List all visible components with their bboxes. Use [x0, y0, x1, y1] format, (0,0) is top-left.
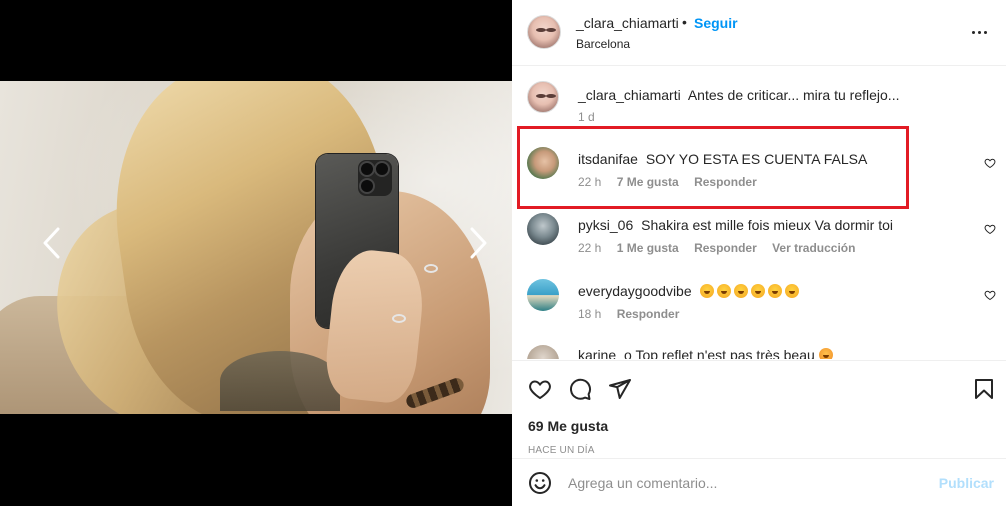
previous-photo-button[interactable]: [40, 226, 64, 262]
post-timestamp[interactable]: HACE UN DÍA: [528, 445, 595, 456]
comment-emojis: [699, 283, 802, 299]
comments-list[interactable]: _clara_chiamarti Antes de criticar... mi…: [512, 67, 1006, 359]
commenter-avatar[interactable]: [527, 279, 559, 311]
laughing-emoji-icon: [750, 284, 765, 298]
see-translation-button[interactable]: Ver traducción: [772, 241, 855, 255]
chevron-left-icon: [43, 227, 60, 259]
comment-likes[interactable]: 7 Me gusta: [617, 175, 679, 189]
laughing-emoji-icon: [716, 284, 731, 298]
share-icon[interactable]: [608, 377, 632, 401]
comment-icon[interactable]: [568, 377, 592, 401]
bookmark-icon[interactable]: [972, 377, 996, 401]
likes-count[interactable]: 69 Me gusta: [528, 418, 608, 434]
post-actions: 69 Me gusta HACE UN DÍA: [512, 360, 1006, 470]
reply-button[interactable]: Responder: [694, 241, 757, 255]
chevron-right-icon: [470, 227, 487, 259]
post-photo: [0, 81, 512, 414]
laughing-emoji-icon: [733, 284, 748, 298]
commenter-avatar[interactable]: [527, 213, 559, 245]
comment-username[interactable]: itsdanifae: [578, 151, 638, 167]
comment-text: o Top reflet n'est pas très beau: [624, 347, 815, 359]
location-label[interactable]: Barcelona: [576, 37, 630, 51]
comment-text: Shakira est mille fois mieux Va dormir t…: [641, 217, 893, 233]
caption-username[interactable]: _clara_chiamarti: [578, 87, 681, 103]
angry-emoji-icon: [818, 348, 833, 359]
comment-username[interactable]: karine: [578, 347, 616, 359]
owner-avatar[interactable]: [527, 15, 561, 49]
commenter-avatar[interactable]: [527, 345, 559, 359]
post-media-viewer: [0, 0, 512, 506]
comment-text: SOY YO ESTA ES CUENTA FALSA: [645, 151, 868, 167]
laughing-emoji-icon: [699, 284, 714, 298]
publish-button[interactable]: Publicar: [939, 475, 994, 491]
comment-time[interactable]: 18 h: [578, 307, 601, 321]
laughing-emoji-icon: [767, 284, 782, 298]
caption-text: Antes de criticar... mira tu reflejo...: [687, 87, 900, 103]
comment-like-heart-icon[interactable]: [984, 223, 996, 235]
more-options-button[interactable]: [970, 22, 990, 42]
follow-button[interactable]: Seguir: [694, 15, 738, 31]
like-heart-icon[interactable]: [528, 377, 552, 401]
separator-dot: •: [682, 14, 687, 30]
comment-time[interactable]: 22 h: [578, 175, 601, 189]
next-photo-button[interactable]: [466, 226, 490, 262]
caption-time[interactable]: 1 d: [578, 110, 595, 124]
reply-button[interactable]: Responder: [617, 307, 680, 321]
commenter-avatar[interactable]: [527, 147, 559, 179]
comment-likes[interactable]: 1 Me gusta: [617, 241, 679, 255]
comment-username[interactable]: pyksi_06: [578, 217, 633, 233]
comment-composer: Publicar: [512, 458, 1006, 506]
comment-input[interactable]: [568, 471, 928, 495]
comment-username[interactable]: everydaygoodvibe: [578, 283, 692, 299]
comment-like-heart-icon[interactable]: [984, 157, 996, 169]
post-header: _clara_chiamarti • Seguir Barcelona: [512, 0, 1006, 66]
laughing-emoji-icon: [784, 284, 799, 298]
post-side-panel: _clara_chiamarti • Seguir Barcelona _cla…: [512, 0, 1006, 506]
comment-time[interactable]: 22 h: [578, 241, 601, 255]
highlight-box: [517, 126, 909, 209]
caption-avatar[interactable]: [527, 81, 559, 113]
comment-like-heart-icon[interactable]: [984, 289, 996, 301]
reply-button[interactable]: Responder: [694, 175, 757, 189]
owner-username[interactable]: _clara_chiamarti: [576, 15, 679, 31]
emoji-icon[interactable]: [528, 471, 552, 495]
